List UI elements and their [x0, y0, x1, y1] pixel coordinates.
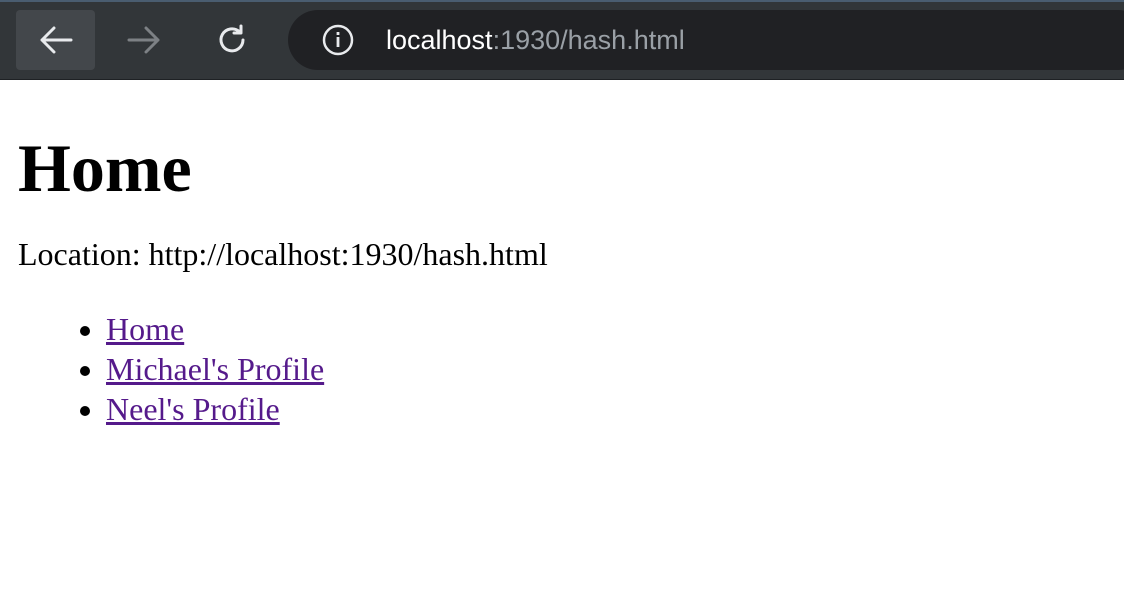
reload-button[interactable] — [192, 10, 271, 70]
reload-icon — [219, 24, 244, 53]
url-text[interactable]: localhost:1930/hash.html — [386, 24, 685, 56]
location-text: Location: http://localhost:1930/hash.htm… — [18, 236, 548, 272]
back-button[interactable] — [16, 10, 95, 70]
address-bar[interactable]: localhost:1930/hash.html — [288, 10, 1124, 70]
nav-link-list: Home Michael's Profile Neel's Profile — [18, 309, 1108, 429]
browser-toolbar: localhost:1930/hash.html — [0, 0, 1124, 80]
forward-button[interactable] — [104, 10, 183, 70]
url-path: :1930/hash.html — [492, 25, 685, 55]
arrow-right-icon — [127, 26, 159, 54]
page-content: Home Location: http://localhost:1930/has… — [18, 80, 1108, 429]
neel-profile-link[interactable]: Neel's Profile — [106, 391, 280, 427]
info-icon[interactable] — [322, 24, 354, 56]
arrow-left-icon — [40, 26, 72, 54]
list-item: Michael's Profile — [106, 349, 1108, 389]
list-item: Home — [106, 309, 1108, 349]
michael-profile-link[interactable]: Michael's Profile — [106, 351, 324, 387]
url-host: localhost — [386, 25, 493, 55]
home-link[interactable]: Home — [106, 311, 184, 347]
list-item: Neel's Profile — [106, 389, 1108, 429]
page-title: Home — [18, 130, 192, 206]
